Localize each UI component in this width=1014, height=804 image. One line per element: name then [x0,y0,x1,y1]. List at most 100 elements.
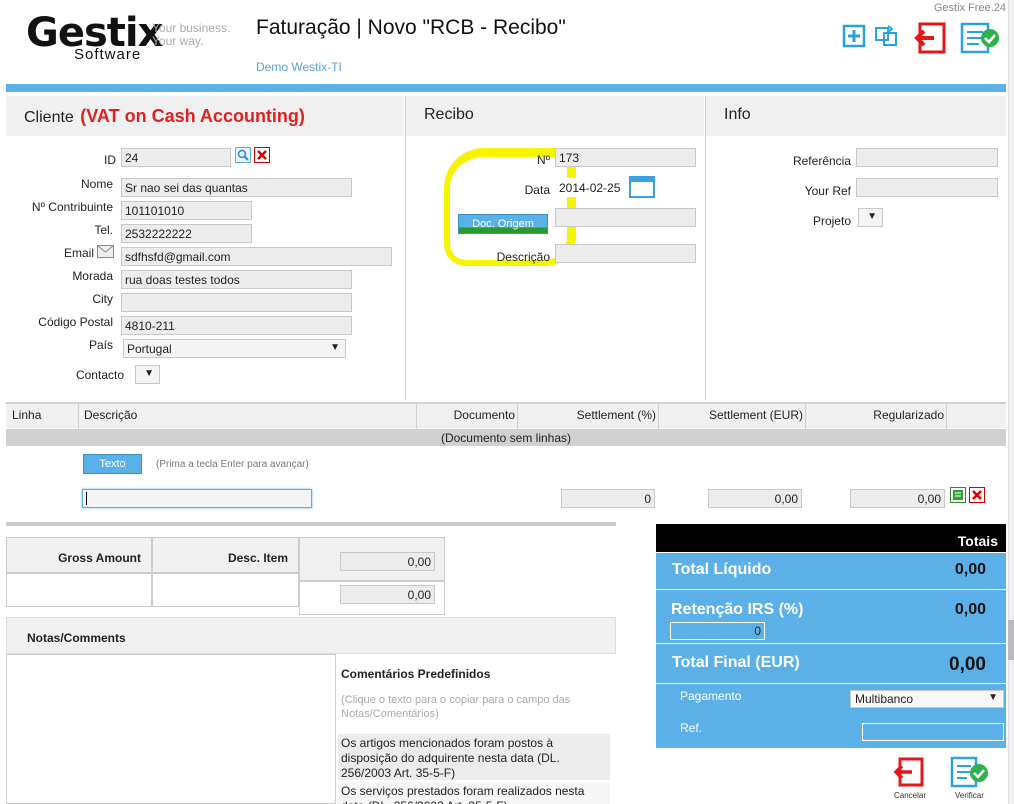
totals-panel: Totais Total Líquido 0,00 Retenção IRS (… [656,524,1006,748]
totals-title: Totais [656,524,1006,552]
tel-field[interactable]: 2532222222 [121,224,252,243]
morada-field[interactable]: rua doas testes todos [121,270,352,289]
contacto-label: Contacto [75,368,124,382]
texto-button[interactable]: Texto [83,454,142,474]
descricao-field[interactable] [555,244,696,263]
codigo-postal-field[interactable]: 4810-211 [121,316,352,335]
total-liquido-value: 0,00 [954,561,986,578]
projeto-label: Projeto [812,214,851,228]
verify-icon[interactable] [950,756,990,793]
numero-label: Nº [536,153,550,167]
envelope-icon[interactable] [97,245,115,262]
tel-label: Tel. [94,223,113,237]
enter-hint: (Prima a tecla Enter para avançar) [156,459,309,470]
data-label: Data [524,183,550,197]
col-descricao: Descrição [84,408,138,422]
info-title: Info [724,106,751,123]
version-label: Gestix Free.24 [933,2,1006,14]
line-description-input[interactable] [82,489,312,508]
ref-label: Ref. [680,721,703,735]
col-settlement-pct: Settlement (%) [576,408,656,422]
codigo-postal-label: Código Postal [38,315,113,329]
col-settlement-eur: Settlement (EUR) [708,408,803,422]
recibo-section-header: Recibo [406,96,704,136]
ref-field[interactable] [862,723,1004,741]
pais-value: Portugal [127,342,172,356]
desc-item-label: Desc. Item [152,537,299,573]
pagamento-value: Multibanco [855,692,914,706]
header-divider [6,84,1006,92]
predef-comment-item[interactable]: Os serviços prestados foram realizados n… [338,782,610,804]
numero-field[interactable]: 173 [555,148,696,167]
scrollbar-thumb[interactable] [1008,620,1014,660]
refresh-icon[interactable] [874,24,898,48]
doc-origem-field[interactable] [555,208,696,227]
delete-line-icon[interactable] [969,487,985,506]
nif-field[interactable]: 101101010 [121,201,252,220]
verify-icon[interactable] [960,20,1000,56]
pais-label: País [88,338,113,352]
predef-comments-title: Comentários Predefinidos [341,667,491,681]
pagamento-label: Pagamento [680,689,742,703]
city-label: City [92,292,113,306]
cliente-section-header: Cliente (VAT on Cash Accounting) [6,96,404,136]
nif-label: Nº Contribuinte [31,200,113,214]
notes-textarea[interactable] [6,654,336,804]
retencao-pct-field[interactable]: 0 [670,622,765,640]
settlement-eur-field[interactable]: 0,00 [708,489,802,508]
pais-select[interactable]: Portugal ▼ [123,339,346,358]
page-title: Faturação | Novo "RCB - Recibo" [256,16,566,39]
cliente-title: Cliente [24,109,74,126]
calendar-icon[interactable] [629,176,655,201]
nome-field[interactable]: Sr nao sei das quantas [121,178,352,197]
id-field[interactable]: 24 [121,148,231,167]
chevron-down-icon: ▼ [988,692,998,703]
contacto-select[interactable]: ▼ [135,365,160,384]
id-label: ID [104,153,116,167]
confirm-line-icon[interactable] [950,487,966,506]
total-liquido-label: Total Líquido [672,561,772,578]
empty-lines-message: (Documento sem linhas) [6,429,1006,446]
regularizado-field[interactable]: 0,00 [850,489,945,508]
retencao-label: Retenção IRS (%) [671,601,804,618]
nome-label: Nome [80,177,113,191]
lines-table-header: Linha Descrição Documento Settlement (%)… [6,402,1006,430]
text-cursor [86,492,87,505]
exit-icon[interactable] [912,20,948,56]
divider [705,96,706,400]
verify-label[interactable]: Verificar [955,791,984,800]
info-section-header: Info [706,96,1006,136]
email-field[interactable]: sdfhsfd@gmail.com [121,247,392,266]
gross-amount-cell [6,573,152,607]
chevron-down-icon: ▼ [867,211,877,222]
city-field[interactable] [121,293,352,312]
col-documento: Documento [453,408,515,422]
logo-tagline: Your business. Your way. [152,21,231,48]
referencia-label: Referência [792,154,851,168]
predef-comment-item[interactable]: Os artigos mencionados foram postos à di… [338,734,610,780]
projeto-select[interactable]: ▼ [858,208,883,227]
clear-icon[interactable] [254,147,270,166]
summary-value-1[interactable]: 0,00 [340,552,435,571]
predef-comments-hint: (Clique o texto para o copiar para o cam… [341,694,571,720]
col-regularizado: Regularizado [873,408,944,422]
company-name: Demo Westix-TI [256,60,342,74]
email-label: Email [63,246,94,260]
doc-origem-button[interactable]: Doc. Origem [458,214,548,234]
total-final-label: Total Final (EUR) [672,654,800,671]
descricao-label: Descrição [496,250,550,264]
settlement-pct-field[interactable]: 0 [561,489,655,508]
search-icon[interactable] [235,147,251,166]
summary-value-2[interactable]: 0,00 [340,585,435,604]
scrollbar[interactable] [1008,0,1014,804]
desc-item-cell [152,573,299,607]
cancel-icon[interactable] [892,756,926,793]
add-icon[interactable] [842,24,866,48]
your-ref-field[interactable] [856,178,998,197]
data-field[interactable]: 2014-02-25 [555,178,627,197]
cancel-label[interactable]: Cancelar [894,791,926,800]
divider [405,96,406,400]
referencia-field[interactable] [856,148,998,167]
pagamento-select[interactable]: Multibanco ▼ [850,690,1004,708]
retencao-value: 0,00 [954,601,986,618]
